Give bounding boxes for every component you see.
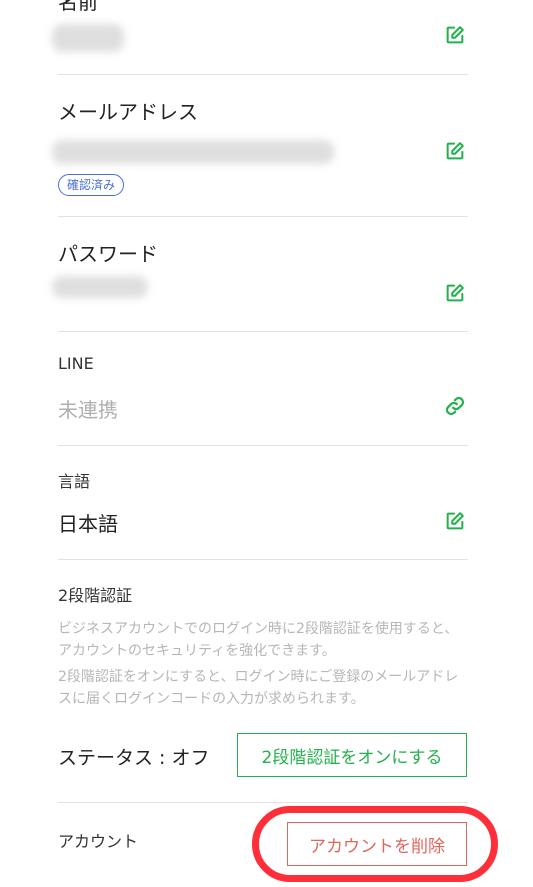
edit-icon[interactable]: [444, 140, 466, 162]
link-icon[interactable]: [444, 395, 466, 417]
email-label: メールアドレス: [58, 100, 198, 124]
divider: [58, 559, 468, 560]
two-factor-description: ビジネスアカウントでのログイン時に2段階認証を使用すると、アカウントのセキュリテ…: [58, 621, 459, 659]
name-label: 名前: [58, 0, 98, 14]
two-factor-label: 2段階認証: [58, 586, 133, 605]
highlight-circle: [252, 806, 498, 882]
edit-icon[interactable]: [444, 510, 466, 532]
edit-icon[interactable]: [444, 24, 466, 46]
enable-two-factor-button[interactable]: 2段階認証をオンにする: [237, 733, 467, 777]
line-status: 未連携: [58, 398, 118, 422]
password-value-redacted: [52, 276, 148, 298]
divider: [58, 216, 468, 217]
language-label: 言語: [58, 472, 91, 491]
email-value-redacted: [52, 140, 334, 164]
divider: [58, 74, 468, 75]
password-label: パスワード: [58, 242, 158, 266]
two-factor-note: 2段階認証をオンにすると、ログイン時にご登録のメールアドレスに届くログインコード…: [58, 669, 459, 707]
line-label: LINE: [58, 354, 94, 373]
divider: [58, 331, 468, 332]
edit-icon[interactable]: [444, 282, 466, 304]
language-value: 日本語: [58, 512, 118, 536]
verified-badge: 確認済み: [58, 174, 125, 196]
account-label: アカウント: [58, 832, 139, 851]
name-value-redacted: [52, 24, 124, 52]
divider: [58, 802, 468, 803]
two-factor-status: ステータス : オフ: [58, 747, 210, 769]
divider: [58, 445, 468, 446]
